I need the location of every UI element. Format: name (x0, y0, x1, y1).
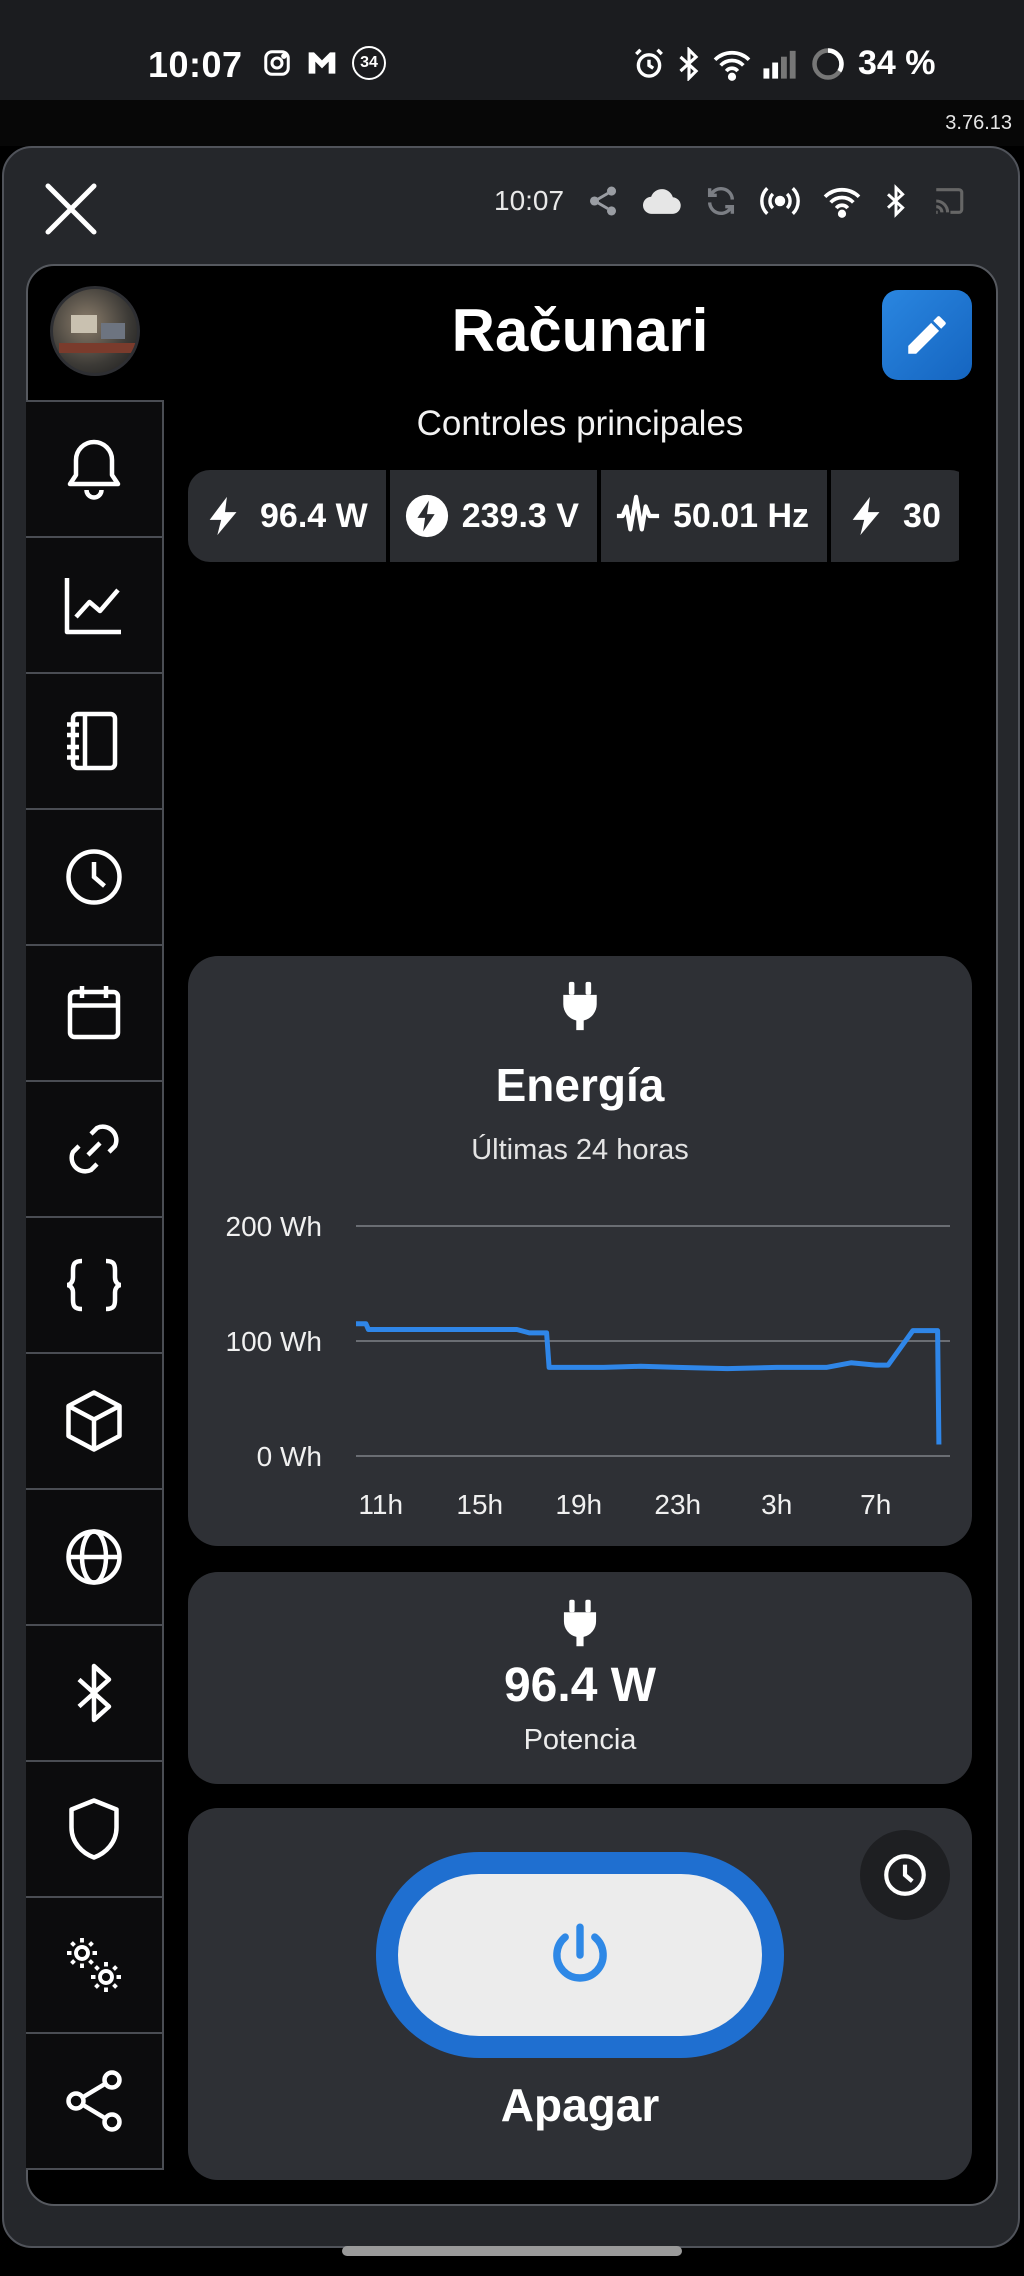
sidebar (26, 264, 164, 2206)
sidebar-item-schedule[interactable] (26, 810, 162, 946)
chart-y-ticks: 200 Wh 100 Wh 0 Wh (226, 1211, 323, 1472)
chart-icon (64, 578, 121, 635)
app-version: 3.76.13 (945, 112, 1012, 134)
cloud-icon[interactable] (642, 185, 682, 217)
system-icons: 34 % (632, 44, 936, 83)
braces-icon (66, 1258, 122, 1312)
chip-frequency-value: 50.01 Hz (672, 496, 810, 535)
share-icon[interactable] (586, 184, 620, 218)
power-label: Potencia (523, 1724, 637, 1756)
link-icon (69, 1124, 119, 1174)
sidebar-item-share[interactable] (26, 2034, 162, 2170)
x-tick-label: 23h (654, 1489, 701, 1520)
pencil-icon (908, 316, 946, 354)
x-tick-label: 15h (456, 1489, 503, 1520)
bolt-icon (852, 496, 880, 536)
home-indicator[interactable] (342, 2246, 682, 2256)
avatar[interactable] (50, 286, 140, 376)
battery-percent: 34 % (858, 44, 936, 82)
sidebar-item-scripts[interactable] (26, 1218, 162, 1354)
energy-card-icon-wrap (188, 980, 972, 1032)
bluetooth-icon (77, 1663, 112, 1723)
sidebar-item-settings[interactable] (26, 1898, 162, 2034)
cast-icon[interactable] (930, 184, 968, 218)
instagram-icon (264, 50, 290, 76)
power-icon (553, 1923, 607, 1982)
page-title: Računari (451, 297, 709, 364)
sidebar-item-links[interactable] (26, 1082, 162, 1218)
chip-current-value: 30 (903, 496, 941, 535)
notification-count-badge: 34 (352, 46, 386, 80)
battery-ring-icon (812, 47, 844, 80)
sidebar-item-network[interactable] (26, 1490, 162, 1626)
energy-title: Energía (495, 1059, 665, 1111)
wifi-status-icon (713, 50, 751, 81)
power-value: 96.4 W (503, 1659, 657, 1712)
x-tick-label: 11h (358, 1489, 403, 1520)
edit-button[interactable] (882, 290, 972, 380)
waveform-icon (616, 494, 660, 532)
sidebar-menu (26, 400, 164, 2170)
chip-power-value: 96.4 W (260, 496, 368, 535)
chip-power[interactable]: 96.4 W (188, 470, 386, 562)
page-subtitle: Controles principales (416, 404, 744, 443)
mail-icon (308, 52, 336, 74)
close-icon (45, 183, 97, 235)
sync-icon[interactable] (704, 184, 738, 218)
sidebar-item-security[interactable] (26, 1762, 162, 1898)
plug-icon (563, 981, 597, 1031)
sidebar-item-calendar[interactable] (26, 946, 162, 1082)
plug-icon (563, 1599, 597, 1647)
cube-icon (66, 1390, 122, 1452)
x-tick-label: 19h (555, 1489, 602, 1520)
wifi-icon[interactable] (822, 184, 862, 218)
sidebar-item-components[interactable] (26, 1354, 162, 1490)
chip-current[interactable]: 30 (831, 470, 959, 562)
chart-grid (356, 1225, 950, 1457)
chart-x-ticks: 11h 15h 19h 23h 3h 7h (358, 1489, 891, 1520)
signal-icon (763, 50, 796, 79)
metric-chips: 96.4 W 239.3 V 50.01 Hz 30 (188, 470, 972, 562)
clock-icon (66, 849, 122, 905)
calendar-icon (67, 986, 121, 1040)
power-toggle-button[interactable] (398, 1874, 762, 2036)
toolbar-status: 10:07 (494, 184, 968, 218)
chip-voltage[interactable]: 239.3 V (389, 470, 597, 562)
timer-button[interactable] (860, 1830, 950, 1920)
bluetooth-icon[interactable] (884, 184, 908, 218)
notebook-icon (67, 711, 118, 771)
toolbar-time: 10:07 (494, 185, 565, 216)
y-tick-label: 200 Wh (226, 1211, 323, 1242)
bell-icon (67, 439, 121, 500)
alarm-icon (635, 48, 663, 78)
broadcast-icon[interactable] (760, 184, 800, 218)
close-button[interactable] (40, 178, 102, 240)
chip-frequency[interactable]: 50.01 Hz (600, 470, 828, 562)
x-tick-label: 3h (761, 1489, 792, 1520)
y-tick-label: 0 Wh (257, 1441, 322, 1472)
y-tick-label: 100 Wh (226, 1326, 323, 1357)
bolt-icon (209, 496, 237, 536)
energy-subtitle: Últimas 24 horas (471, 1134, 689, 1166)
bluetooth-status-icon (679, 46, 699, 81)
x-tick-label: 7h (860, 1489, 891, 1520)
settings-icon (67, 1938, 121, 1992)
power-toggle-label: Apagar (500, 2079, 660, 2131)
globe-icon (66, 1529, 122, 1585)
version-strip: 3.76.13 (0, 100, 1024, 146)
status-bar: 10:07 34 34 % (0, 0, 1024, 100)
shield-icon (69, 1798, 119, 1860)
status-time: 10:07 (148, 44, 243, 85)
energy-chart: 200 Wh 100 Wh 0 Wh 11h 15h 19h 23h 3h 7h (226, 1211, 950, 1520)
share-icon (66, 2070, 122, 2132)
bolt-circle-icon (405, 494, 448, 538)
sidebar-item-notebook[interactable] (26, 674, 162, 810)
chip-voltage-value: 239.3 V (461, 496, 579, 535)
sidebar-item-bluetooth[interactable] (26, 1626, 162, 1762)
notification-icons: 34 (262, 46, 386, 80)
sidebar-item-notifications[interactable] (26, 402, 162, 538)
clock-icon (884, 1854, 926, 1896)
sidebar-item-charts[interactable] (26, 538, 162, 674)
power-card-icon-wrap (188, 1598, 972, 1648)
